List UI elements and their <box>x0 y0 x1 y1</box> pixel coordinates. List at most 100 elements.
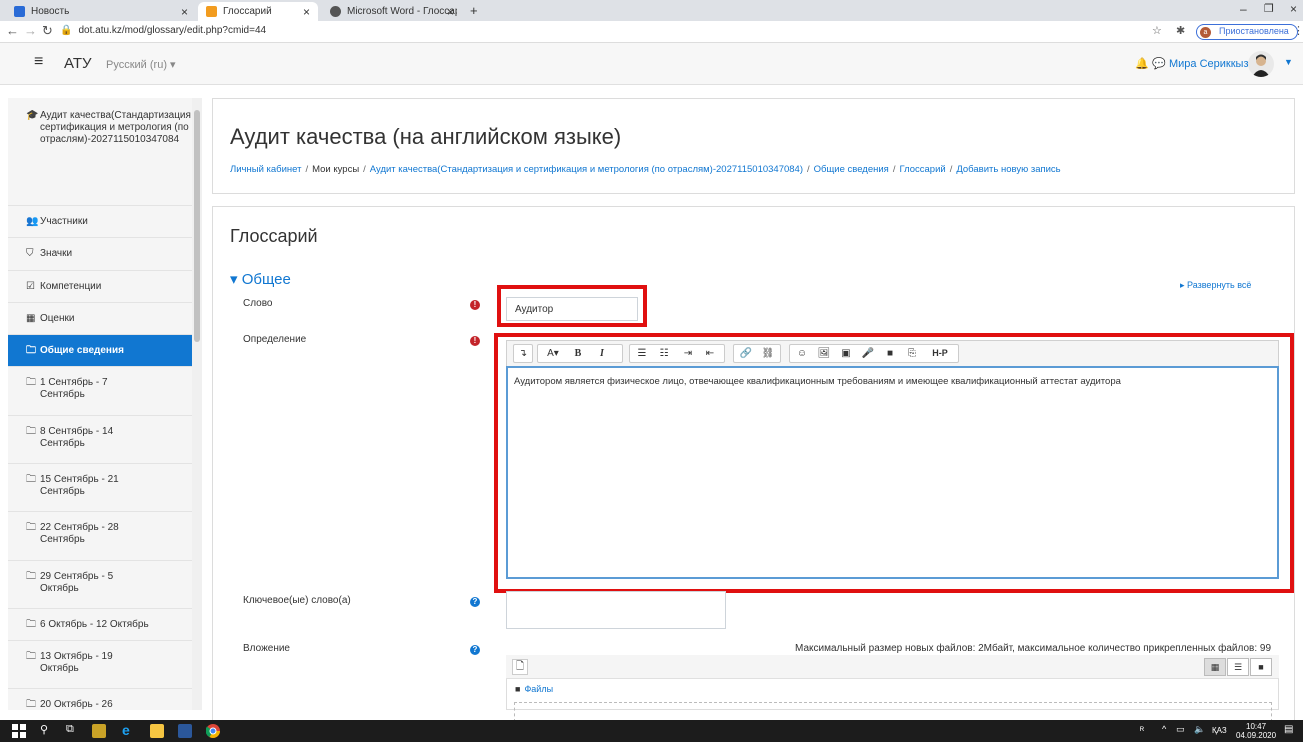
sidebar-item-week[interactable]: 🗀 1 Сентябрь - 7 Сентябрь <box>8 367 200 416</box>
sidebar-item-week[interactable]: 🗀 13 Октябрь - 19 Октябрь <box>8 641 200 689</box>
file-drop-zone[interactable] <box>514 702 1272 722</box>
edge-browser-icon[interactable]: e <box>122 722 130 738</box>
close-tab-icon[interactable]: × <box>447 5 454 19</box>
breadcrumb: Личный кабинет / Мои курсы / Аудит качества(… <box>230 164 1061 175</box>
browser-tab-word[interactable]: Microsoft Word - Глоссарий по × <box>322 2 462 21</box>
volume-icon[interactable]: 🔈 <box>1194 724 1205 735</box>
close-window-icon[interactable]: × <box>1290 2 1297 16</box>
form-heading: Глоссарий <box>230 226 318 246</box>
profile-avatar-icon: а <box>1200 27 1211 38</box>
sidebar-item-week[interactable]: 🗀 22 Сентябрь - 28 Сентябрь <box>8 512 200 561</box>
highlight-box-word <box>497 285 647 327</box>
paused-label: Приостановлена <box>1219 26 1289 36</box>
sidebar-item-label: Оценки <box>40 313 75 324</box>
breadcrumb-link[interactable]: Общие сведения <box>814 164 889 175</box>
site-brand[interactable]: АТУ <box>64 55 92 72</box>
breadcrumb-item: Мои курсы <box>312 164 360 175</box>
notification-center-icon[interactable]: ▤ <box>1284 724 1293 735</box>
input-language[interactable]: ҚАЗ <box>1212 726 1227 735</box>
notifications-bell-icon[interactable]: 🔔 <box>1135 57 1149 70</box>
sidebar-item-label: Значки <box>40 248 73 259</box>
table-icon: ▦ <box>26 313 36 324</box>
tray-chevron-icon[interactable]: ^ <box>1162 724 1166 734</box>
shield-icon: ⛉ <box>26 248 34 259</box>
sidebar-item-week[interactable]: 🗀 29 Сентябрь - 5 Октябрь <box>8 561 200 609</box>
address-bar: ← → ↻ 🔒 dot.atu.kz/mod/glossary/edit.php?… <box>0 21 1303 43</box>
windows-start-icon[interactable] <box>12 724 26 738</box>
chrome-icon[interactable] <box>206 724 220 738</box>
breadcrumb-link[interactable]: Глоссарий <box>899 164 945 175</box>
sidebar-item-week[interactable]: 🗀 8 Сентябрь - 14 Сентябрь <box>8 416 200 464</box>
task-view-icon[interactable]: ⧉ <box>66 723 74 736</box>
bookmark-star-icon[interactable]: ☆ <box>1152 24 1162 37</box>
sidebar-item-week[interactable]: 🗀 20 Октябрь - 26 Октябрь <box>8 689 200 710</box>
graduation-cap-icon: 🎓 <box>26 110 39 121</box>
tree-view-icon[interactable]: ■ <box>1250 658 1272 676</box>
messages-icon[interactable]: 💬 <box>1152 57 1166 70</box>
globe-icon <box>330 6 341 17</box>
reload-icon[interactable]: ↻ <box>42 23 53 39</box>
folder-icon: ■ <box>515 684 521 694</box>
clock[interactable]: 10:47 04.09.2020 <box>1236 722 1276 740</box>
profile-paused-button[interactable]: а Приостановлена <box>1196 24 1298 40</box>
keywords-input[interactable] <box>506 591 726 629</box>
language-selector[interactable]: Русский (ru) ▾ <box>106 58 176 71</box>
sidebar-item-label: 1 Сентябрь - 7 Сентябрь <box>40 377 108 400</box>
breadcrumb-link[interactable]: Личный кабинет <box>230 164 301 175</box>
breadcrumb-separator: / <box>892 164 896 175</box>
browser-tab-news[interactable]: Новость × <box>6 2 196 21</box>
sidebar-item-participants[interactable]: 👥 Участники <box>8 206 200 238</box>
search-icon[interactable]: ⚲ <box>40 723 48 736</box>
back-icon[interactable]: ← <box>6 23 19 38</box>
section-general-toggle[interactable]: ▾ Общее <box>230 270 291 288</box>
sidebar-item-label: 22 Сентябрь - 28 Сентябрь <box>40 522 119 545</box>
url-text: dot.atu.kz/mod/glossary/edit.php?cmid=44 <box>78 25 267 36</box>
sidebar-item-week[interactable]: 🗀 6 Октябрь - 12 Октябрь <box>8 609 200 641</box>
close-tab-icon[interactable]: × <box>303 5 310 19</box>
sidebar-item-week[interactable]: 🗀 15 Сентябрь - 21 Сентябрь <box>8 464 200 512</box>
grid-view-icon[interactable]: ▦ <box>1204 658 1226 676</box>
file-explorer-icon[interactable] <box>150 724 164 738</box>
tab-label: Новость <box>31 6 70 17</box>
breadcrumb-link[interactable]: Добавить новую запись <box>956 164 1060 175</box>
folder-icon: 🗀 <box>26 345 36 356</box>
sidebar-item-grades[interactable]: ▦ Оценки <box>8 303 200 335</box>
network-icon[interactable]: ▭ <box>1176 724 1185 735</box>
sidebar-scrollbar-thumb[interactable] <box>194 110 200 342</box>
list-view-icon[interactable]: ☰ <box>1227 658 1249 676</box>
forward-icon[interactable]: → <box>24 23 37 38</box>
users-icon: 👥 <box>26 216 39 227</box>
store-icon[interactable] <box>92 724 106 738</box>
help-icon[interactable]: ? <box>470 645 480 655</box>
sidebar-item-general[interactable]: 🗀 Общие сведения <box>8 335 200 367</box>
add-file-icon[interactable]: 🗋 <box>512 659 528 675</box>
user-menu-name[interactable]: Мира Сериккызы <box>1169 58 1256 70</box>
clock-time: 10:47 <box>1246 722 1267 731</box>
expand-all-link[interactable]: ▸ Развернуть всё <box>1180 280 1251 291</box>
sidebar-item-label: Компетенции <box>40 281 102 292</box>
restore-icon[interactable]: ❐ <box>1264 2 1274 15</box>
help-icon[interactable]: ? <box>470 597 480 607</box>
definition-label: Определение <box>243 334 307 345</box>
sidebar-item-competencies[interactable]: ☑ Компетенции <box>8 271 200 303</box>
breadcrumb-link[interactable]: Аудит качества(Стандартизация и сертифик… <box>370 164 803 175</box>
word-app-icon[interactable] <box>178 724 192 738</box>
user-avatar[interactable] <box>1248 51 1274 77</box>
sidebar-item-course[interactable]: 🎓 Аудит качества(Стандартизация и сертиф… <box>8 110 200 206</box>
new-tab-icon[interactable]: + <box>470 3 478 18</box>
hamburger-menu-icon[interactable]: ≡ <box>34 53 43 71</box>
folder-icon: 🗀 <box>26 474 36 485</box>
files-folder-label: Файлы <box>524 684 554 694</box>
close-tab-icon[interactable]: × <box>181 5 188 19</box>
browser-menu-icon[interactable]: ⋮ <box>1293 24 1303 37</box>
sidebar-item-badges[interactable]: ⛉ Значки <box>8 238 200 271</box>
people-icon[interactable]: ᴿ <box>1140 725 1144 735</box>
extensions-icon[interactable]: ✱ <box>1176 24 1185 37</box>
folder-icon: 🗀 <box>26 619 36 630</box>
minimize-icon[interactable]: – <box>1240 2 1247 16</box>
files-folder[interactable]: ■ Файлы <box>515 684 553 694</box>
highlight-box-definition <box>494 333 1294 593</box>
browser-tab-glossary[interactable]: Глоссарий × <box>198 2 318 21</box>
user-menu-chevron-icon[interactable]: ▼ <box>1284 57 1293 67</box>
url-field[interactable]: 🔒 dot.atu.kz/mod/glossary/edit.php?cmid=4… <box>60 25 266 36</box>
